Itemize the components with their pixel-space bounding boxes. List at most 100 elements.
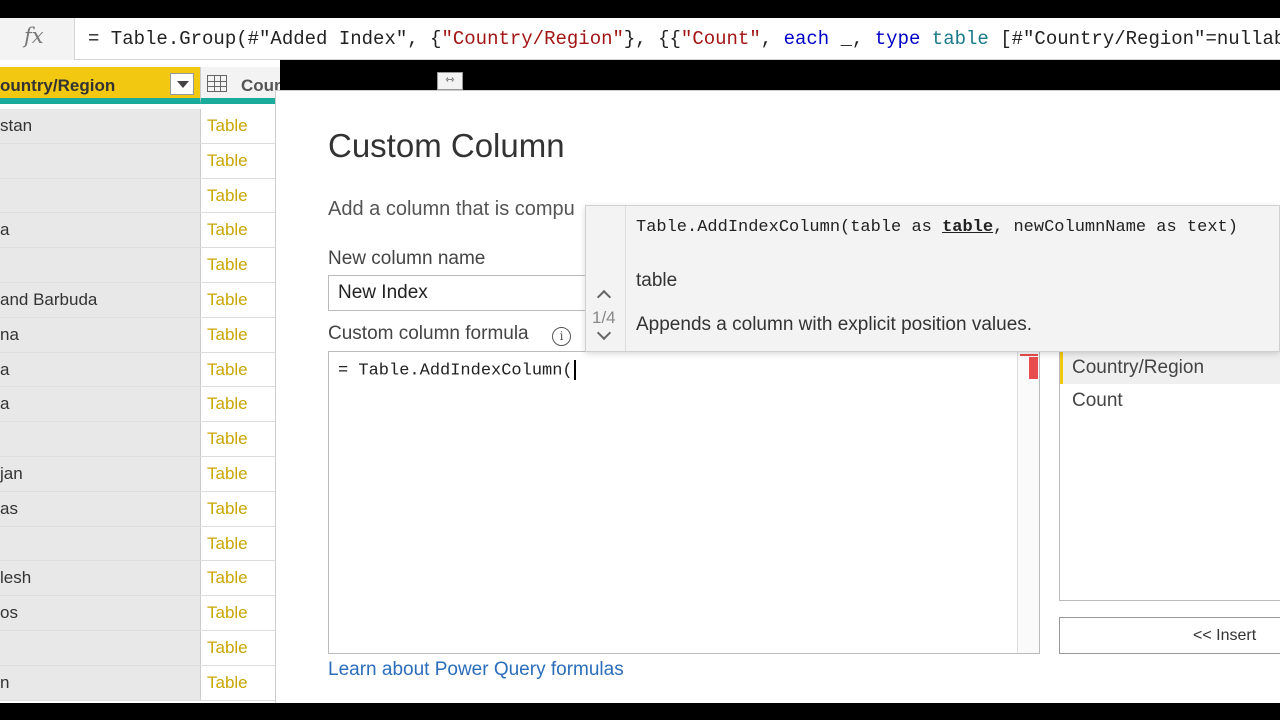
formula-part: }, {{ (623, 28, 681, 50)
parameter-name: table (636, 270, 678, 291)
count-table-link[interactable]: Table (200, 178, 275, 213)
country-cell[interactable]: a (0, 352, 200, 387)
table-row[interactable]: and Barbuda Table (0, 282, 280, 318)
table-row[interactable]: Table (0, 422, 280, 457)
table-row[interactable]: lesh Table (0, 561, 280, 597)
letterbox-top (0, 0, 1280, 18)
country-cell[interactable]: and Barbuda (0, 282, 200, 317)
formula-keyword: each (783, 28, 830, 50)
count-table-link[interactable]: Table (200, 317, 275, 352)
filter-dropdown-icon[interactable] (170, 73, 194, 95)
count-table-link[interactable]: Table (200, 213, 275, 248)
custom-column-dialog: Custom Column Add a column that is compu… (275, 90, 1280, 703)
count-table-link[interactable]: Table (200, 665, 275, 700)
chevron-up-icon[interactable] (596, 289, 612, 305)
fx-icon: fx (24, 24, 44, 48)
learn-power-query-link[interactable]: Learn about Power Query formulas (328, 659, 624, 681)
table-row[interactable]: a Table (0, 352, 280, 388)
column-header-country-region[interactable]: ountry/Region (0, 67, 200, 104)
new-column-name-label: New column name (328, 248, 486, 269)
formula-text[interactable]: = Table.Group(#"Added Index", {"Country/… (88, 28, 1280, 50)
column-header-count[interactable]: Count (200, 67, 280, 104)
country-cell[interactable] (0, 630, 200, 665)
fx-button[interactable]: fx (0, 18, 75, 60)
count-table-link[interactable]: Table (200, 248, 275, 282)
country-cell[interactable]: na (0, 317, 200, 352)
overload-navigator: 1/4 (586, 206, 626, 351)
editor-scrollbar[interactable] (1017, 352, 1039, 653)
formula-editor-value: = Table.AddIndexColumn( (338, 361, 573, 381)
formula-editor-text[interactable]: = Table.AddIndexColumn( (338, 360, 576, 380)
table-row[interactable]: Table (0, 630, 280, 666)
formula-keyword: type (874, 28, 921, 50)
count-table-link[interactable]: Table (200, 109, 275, 143)
available-column-count[interactable]: Count (1060, 385, 1280, 417)
table-row[interactable]: a Table (0, 387, 280, 423)
formula-part: = Table.Group(#"Added Index", { (88, 28, 442, 50)
formula-bar[interactable]: fx = Table.Group(#"Added Index", {"Count… (0, 18, 1280, 60)
table-row[interactable]: os Table (0, 596, 280, 631)
count-table-link[interactable]: Table (200, 526, 275, 561)
error-marker (1029, 357, 1038, 379)
country-cell[interactable] (0, 178, 200, 213)
country-cell[interactable]: a (0, 213, 200, 248)
table-row[interactable]: stan Table (0, 109, 280, 144)
grid-rows: stan Table Table Table a Table Table and Barbu… (0, 109, 280, 701)
count-table-link[interactable]: Table (200, 422, 275, 456)
count-table-link[interactable]: Table (200, 630, 275, 665)
country-cell[interactable] (0, 526, 200, 561)
table-row[interactable]: na Table (0, 317, 280, 353)
table-row[interactable]: n Table (0, 665, 280, 701)
info-icon[interactable]: i (552, 327, 571, 346)
table-row[interactable]: as Table (0, 491, 280, 527)
formula-string: "Count" (680, 28, 761, 50)
table-row[interactable]: Table (0, 526, 280, 562)
formula-part: [#"Country/Region"=nullable (988, 28, 1280, 50)
country-cell[interactable]: n (0, 665, 200, 700)
count-table-link[interactable]: Table (200, 491, 275, 526)
table-row[interactable]: jan Table (0, 456, 280, 492)
new-column-name-input[interactable] (328, 275, 588, 311)
count-table-link[interactable]: Table (200, 596, 275, 630)
table-row[interactable]: Table (0, 178, 280, 214)
formula-editor[interactable]: = Table.AddIndexColumn( (328, 351, 1040, 654)
count-table-link[interactable]: Table (200, 561, 275, 596)
column-header-label: ountry/Region (0, 76, 116, 95)
chevron-down-icon[interactable] (596, 325, 612, 341)
formula-type: table (931, 28, 989, 50)
insert-button-label: << Insert (1193, 627, 1257, 644)
available-columns-list[interactable]: Country/Region Count (1059, 351, 1280, 601)
function-description: Appends a column with explicit position … (636, 314, 1033, 335)
expand-column-icon[interactable]: ⇿ (437, 72, 463, 90)
count-table-link[interactable]: Table (200, 352, 275, 387)
data-grid: ountry/Region Count stanTableTableTablea… (0, 60, 280, 703)
dialog-subtitle: Add a column that is compu (328, 198, 575, 220)
country-cell[interactable]: os (0, 596, 200, 630)
custom-column-formula-label: Custom column formula (328, 323, 529, 344)
country-cell[interactable]: as (0, 491, 200, 526)
formula-string: "Country/Region" (441, 28, 624, 50)
insert-button[interactable]: << Insert (1059, 617, 1280, 654)
count-table-link[interactable]: Table (200, 387, 275, 422)
table-type-icon[interactable] (207, 75, 227, 92)
dialog-title: Custom Column (328, 127, 565, 164)
formula-part: , (760, 28, 784, 50)
count-table-link[interactable]: Table (200, 456, 275, 491)
table-row[interactable]: a Table (0, 213, 280, 249)
country-cell[interactable] (0, 248, 200, 282)
text-caret (573, 360, 576, 380)
signature-active-param: table (942, 218, 994, 237)
country-cell[interactable]: stan (0, 109, 200, 143)
table-row[interactable]: Table (0, 143, 280, 179)
country-cell[interactable]: jan (0, 456, 200, 491)
country-cell[interactable] (0, 143, 200, 178)
country-cell[interactable]: a (0, 387, 200, 422)
count-table-link[interactable]: Table (200, 282, 275, 317)
letterbox-bottom (0, 703, 1280, 720)
country-cell[interactable] (0, 422, 200, 456)
available-column-country-region[interactable]: Country/Region (1060, 352, 1280, 384)
country-cell[interactable]: lesh (0, 561, 200, 596)
count-table-link[interactable]: Table (200, 143, 275, 178)
table-row[interactable]: Table (0, 248, 280, 283)
intellisense-popup: 1/4 Table.AddIndexColumn(table as table,… (585, 205, 1280, 352)
